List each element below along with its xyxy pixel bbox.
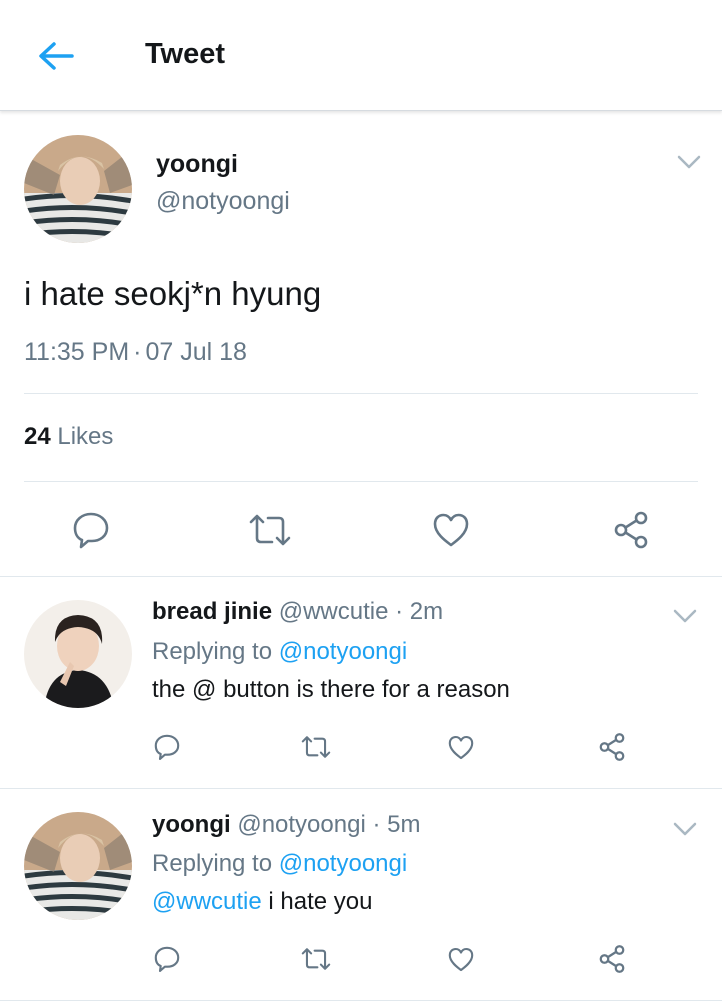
- reply-author-name[interactable]: bread jinie: [152, 598, 272, 625]
- like-button[interactable]: [444, 731, 478, 763]
- reply-age: 2m: [409, 598, 444, 625]
- share-icon: [599, 945, 625, 973]
- chevron-down-icon: [673, 609, 697, 623]
- top-app-bar: Tweet: [0, 0, 722, 111]
- like-icon: [433, 513, 469, 547]
- reply-body: the @ button is there for a reason: [152, 676, 510, 703]
- author-avatar[interactable]: [24, 135, 132, 243]
- retweet-button[interactable]: [246, 508, 294, 552]
- likes-count-link[interactable]: 24 Likes: [24, 423, 113, 451]
- like-button[interactable]: [444, 943, 478, 975]
- chevron-down-icon: [673, 822, 697, 836]
- like-button[interactable]: [428, 508, 474, 552]
- reply-icon: [154, 734, 180, 760]
- tweet-options-button[interactable]: [676, 153, 702, 176]
- reply-separator: ·: [372, 811, 381, 838]
- reply-button[interactable]: [150, 731, 184, 763]
- replying-to-line: Replying to @notyoongi: [152, 850, 407, 878]
- share-button[interactable]: [595, 731, 629, 763]
- replying-to-handle[interactable]: @notyoongi: [279, 638, 407, 665]
- like-icon: [448, 947, 474, 971]
- reply-author-name[interactable]: yoongi: [152, 811, 231, 838]
- tweet-time: 11:35 PM: [24, 338, 130, 366]
- reply-body: i hate you: [268, 888, 373, 915]
- reply-header: yoongi @notyoongi · 5m: [152, 811, 420, 839]
- divider: [24, 393, 698, 394]
- reply-avatar[interactable]: [24, 812, 132, 920]
- share-button[interactable]: [608, 508, 654, 552]
- retweet-icon: [301, 736, 331, 758]
- likes-count: 24: [24, 423, 51, 450]
- reply-author-handle[interactable]: @notyoongi: [237, 811, 365, 838]
- divider: [0, 788, 722, 789]
- author-handle[interactable]: @notyoongi: [156, 187, 290, 216]
- reply-header: bread jinie @wwcutie · 2m: [152, 598, 443, 626]
- divider: [0, 1000, 722, 1001]
- reply-options-button[interactable]: [672, 820, 698, 843]
- like-icon: [448, 735, 474, 759]
- reply-text: @wwcutie i hate you: [152, 888, 372, 916]
- replying-to-handle[interactable]: @notyoongi: [279, 850, 407, 877]
- reply-text: the @ button is there for a reason: [152, 676, 510, 704]
- reply-icon: [73, 512, 109, 549]
- retweet-icon: [249, 514, 291, 546]
- reply-author-handle[interactable]: @wwcutie: [279, 598, 389, 625]
- back-button[interactable]: [34, 36, 78, 76]
- reply-age: 5m: [387, 811, 421, 838]
- page-title: Tweet: [145, 38, 226, 70]
- replying-to-label: Replying to: [152, 850, 273, 877]
- likes-label: Likes: [57, 423, 114, 450]
- author-name[interactable]: yoongi: [156, 150, 238, 179]
- replying-to-line: Replying to @notyoongi: [152, 638, 407, 666]
- chevron-down-icon: [677, 155, 701, 169]
- reply-avatar[interactable]: [24, 600, 132, 708]
- replying-to-label: Replying to: [152, 638, 273, 665]
- share-icon: [614, 511, 648, 549]
- share-button[interactable]: [595, 943, 629, 975]
- tweet-date: 07 Jul 18: [145, 338, 247, 366]
- back-arrow-icon: [39, 42, 74, 70]
- tweet-text: i hate seokj*n hyung: [24, 275, 322, 312]
- retweet-button[interactable]: [298, 731, 334, 763]
- reply-mention[interactable]: @wwcutie: [152, 888, 262, 915]
- reply-separator: ·: [395, 598, 404, 625]
- reply-icon: [154, 946, 180, 972]
- timestamp-separator: ·: [133, 338, 142, 366]
- retweet-icon: [301, 948, 331, 970]
- divider: [24, 481, 698, 482]
- tweet-timestamp: 11:35 PM · 07 Jul 18: [24, 338, 247, 367]
- reply-options-button[interactable]: [672, 607, 698, 630]
- share-icon: [599, 733, 625, 761]
- retweet-button[interactable]: [298, 943, 334, 975]
- reply-button[interactable]: [150, 943, 184, 975]
- reply-button[interactable]: [68, 508, 114, 552]
- divider: [0, 576, 722, 577]
